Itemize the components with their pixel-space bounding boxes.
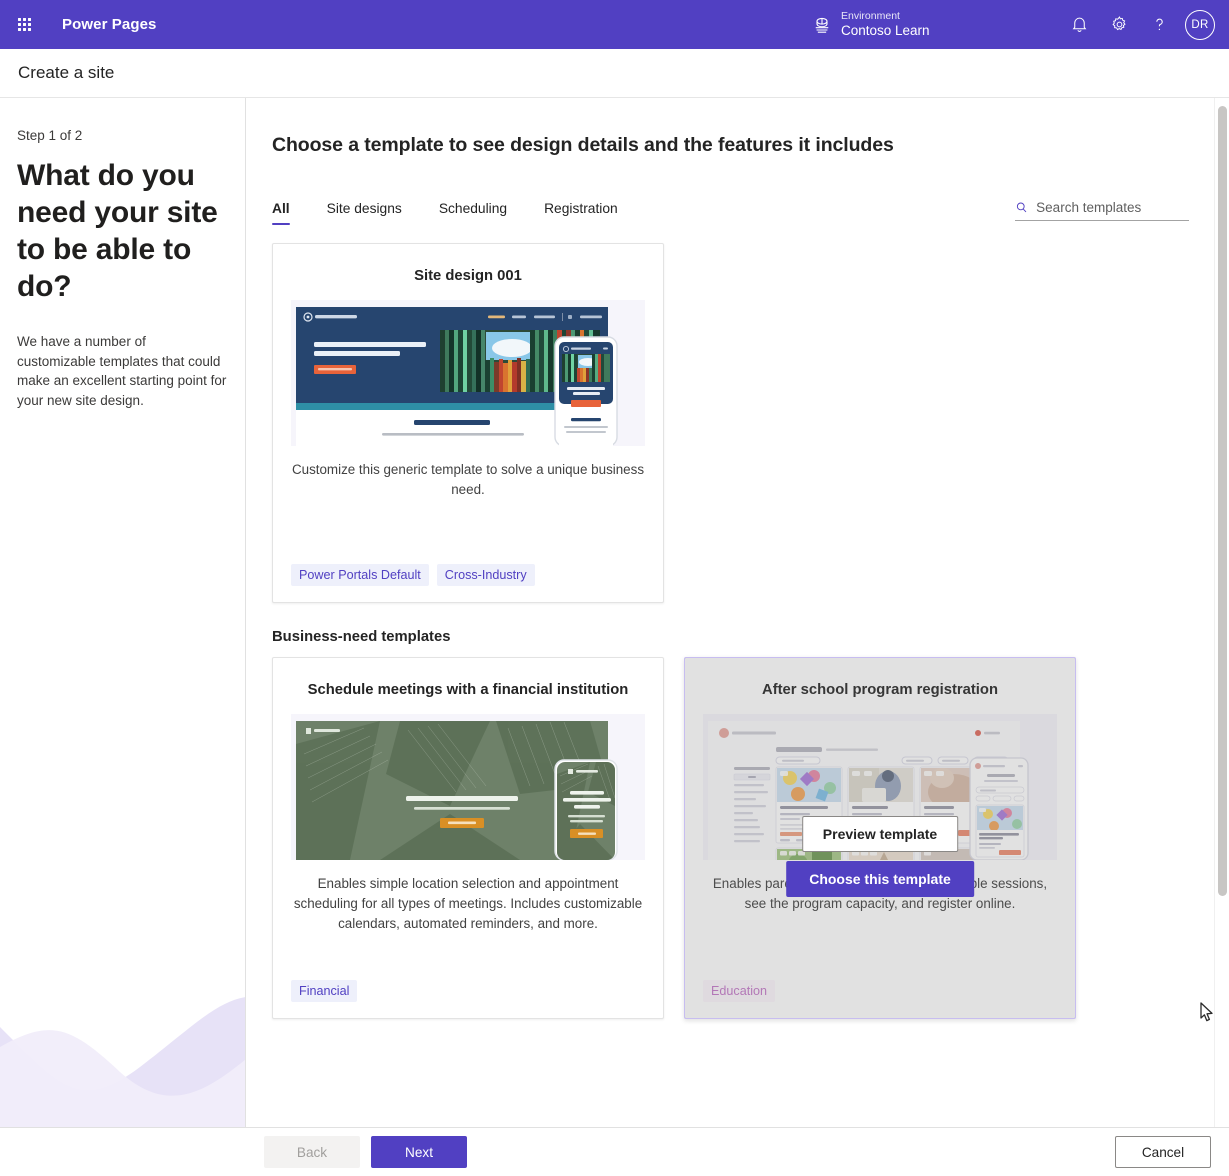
- environment-label: Environment: [841, 10, 900, 23]
- app-title[interactable]: Power Pages: [62, 16, 156, 33]
- template-thumbnail: [291, 300, 645, 446]
- template-card-site-design-001[interactable]: Site design 001 Customize this generic t…: [272, 243, 664, 603]
- template-filter-tabs: All Site designs Scheduling Registration: [246, 187, 1229, 225]
- tab-all[interactable]: All: [272, 201, 290, 225]
- template-card-title: Schedule meetings with a financial insti…: [307, 682, 629, 698]
- tag-education[interactable]: Education: [703, 980, 776, 1002]
- avatar-initials: DR: [1191, 18, 1209, 31]
- question-mark-icon: [1155, 18, 1163, 31]
- tab-site-designs[interactable]: Site designs: [327, 201, 402, 223]
- wizard-footer: Back Next Cancel: [0, 1127, 1229, 1176]
- next-button[interactable]: Next: [371, 1136, 467, 1168]
- template-card-tags: Financial: [273, 980, 663, 1018]
- tab-registration[interactable]: Registration: [544, 201, 618, 223]
- environment-name: Contoso Learn: [841, 22, 930, 38]
- tag-power-portals-default[interactable]: Power Portals Default: [291, 564, 429, 586]
- template-card-after-school-registration[interactable]: After school program registration Enable…: [684, 657, 1076, 1019]
- topbar-actions: DR: [1059, 0, 1221, 49]
- help-button[interactable]: [1139, 5, 1179, 45]
- app-launcher-button[interactable]: [0, 0, 48, 49]
- gear-icon: [1111, 16, 1126, 31]
- template-card-description: Enables simple location selection and ap…: [293, 876, 643, 931]
- template-card-description: Customize this generic template to solve…: [291, 462, 645, 497]
- cancel-button[interactable]: Cancel: [1115, 1136, 1211, 1168]
- avatar[interactable]: DR: [1185, 9, 1215, 40]
- template-card-tags: Education: [685, 980, 1075, 1018]
- tag-cross-industry[interactable]: Cross-Industry: [436, 564, 535, 586]
- globe-icon: [815, 17, 829, 33]
- preview-template-button[interactable]: Preview template: [801, 816, 959, 852]
- search-templates-field[interactable]: [1015, 200, 1189, 221]
- choose-this-template-button[interactable]: Choose this template: [786, 861, 974, 897]
- settings-button[interactable]: [1099, 5, 1139, 45]
- step-indicator: Step 1 of 2: [17, 128, 83, 143]
- financial-template-preview-image: [291, 714, 645, 860]
- search-input[interactable]: [1036, 200, 1189, 215]
- right-pane: Choose a template to see design details …: [246, 98, 1229, 1127]
- templates-scroll-region: Choose a template to see design details …: [246, 98, 1229, 1127]
- notifications-button[interactable]: [1059, 5, 1099, 45]
- site-design-001-preview-image: [291, 300, 645, 446]
- main-title: Choose a template to see design details …: [272, 134, 894, 156]
- vertical-scrollbar[interactable]: [1214, 98, 1229, 1127]
- page-title: Create a site: [18, 63, 115, 82]
- template-card-title: After school program registration: [762, 682, 998, 698]
- template-card-financial-scheduling[interactable]: Schedule meetings with a financial insti…: [272, 657, 664, 1019]
- scrollbar-thumb[interactable]: [1218, 106, 1227, 896]
- bell-icon: [1072, 17, 1086, 32]
- business-template-row: Schedule meetings with a financial insti…: [246, 657, 1229, 1019]
- business-need-section-label: Business-need templates: [272, 629, 451, 645]
- environment-selector[interactable]: Environment Contoso Learn: [812, 0, 930, 49]
- tag-financial[interactable]: Financial: [291, 980, 358, 1002]
- mouse-cursor-pointer: [1200, 1002, 1213, 1022]
- tab-scheduling[interactable]: Scheduling: [439, 201, 507, 223]
- search-icon: [1016, 202, 1027, 213]
- top-navigation-bar: Power Pages Environment Contoso Learn DR: [0, 0, 1229, 49]
- left-pane-description: We have a number of customizable templat…: [17, 334, 227, 408]
- template-card-title: Site design 001: [414, 268, 522, 284]
- decorative-waves: [0, 997, 245, 1127]
- page-header: Create a site: [0, 49, 1229, 98]
- content-area: Step 1 of 2 What do you need your site t…: [0, 98, 1229, 1127]
- featured-template-row: Site design 001 Customize this generic t…: [246, 243, 1229, 603]
- app-launcher-icon: [17, 18, 31, 31]
- left-pane-heading: What do you need your site to be able to…: [17, 159, 218, 303]
- left-pane: Step 1 of 2 What do you need your site t…: [0, 98, 246, 1127]
- template-thumbnail: [291, 714, 645, 860]
- template-card-tags: Power Portals Default Cross-Industry: [273, 564, 663, 602]
- back-button[interactable]: Back: [264, 1136, 360, 1168]
